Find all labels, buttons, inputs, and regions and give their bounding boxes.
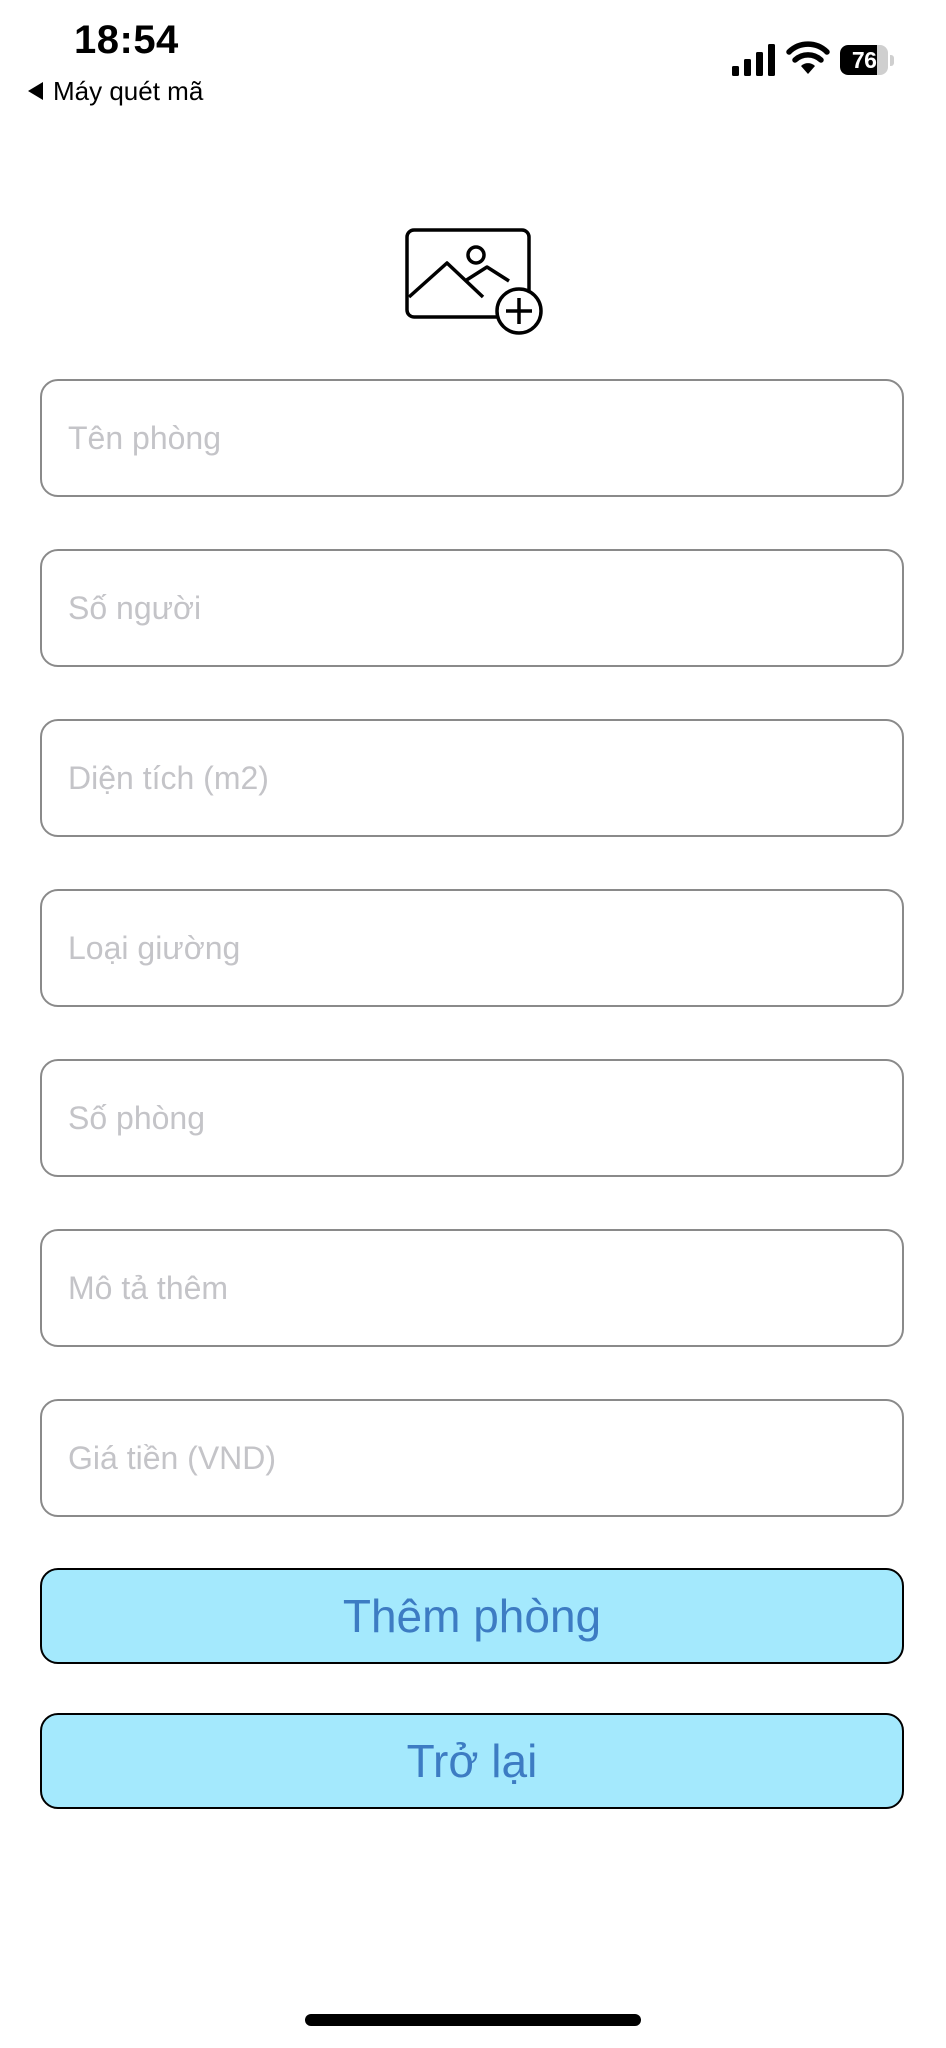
room-name-field[interactable] xyxy=(40,379,904,497)
area-input[interactable] xyxy=(68,759,876,797)
add-photo-button[interactable] xyxy=(403,225,545,337)
guest-count-input[interactable] xyxy=(68,589,876,627)
home-indicator[interactable] xyxy=(305,2014,641,2026)
status-time: 18:54 xyxy=(74,18,179,62)
battery-indicator: 76 xyxy=(840,44,894,76)
bed-type-input[interactable] xyxy=(68,929,876,967)
back-to-app-link[interactable]: Máy quét mã xyxy=(28,73,203,109)
room-name-input[interactable] xyxy=(68,419,876,457)
room-number-field[interactable] xyxy=(40,1059,904,1177)
description-input[interactable] xyxy=(68,1269,876,1307)
room-number-input[interactable] xyxy=(68,1099,876,1137)
guest-count-field[interactable] xyxy=(40,549,904,667)
description-field[interactable] xyxy=(40,1229,904,1347)
back-arrow-icon xyxy=(28,82,43,100)
area-field[interactable] xyxy=(40,719,904,837)
back-app-label: Máy quét mã xyxy=(53,75,204,106)
cellular-signal-icon xyxy=(732,44,775,76)
battery-level: 76 xyxy=(851,46,877,73)
price-field[interactable] xyxy=(40,1399,904,1517)
back-button[interactable]: Trở lại xyxy=(40,1713,904,1809)
price-input[interactable] xyxy=(68,1439,876,1477)
add-photo-icon xyxy=(405,228,543,335)
bed-type-field[interactable] xyxy=(40,889,904,1007)
wifi-icon xyxy=(786,41,830,74)
add-room-button[interactable]: Thêm phòng xyxy=(40,1568,904,1664)
